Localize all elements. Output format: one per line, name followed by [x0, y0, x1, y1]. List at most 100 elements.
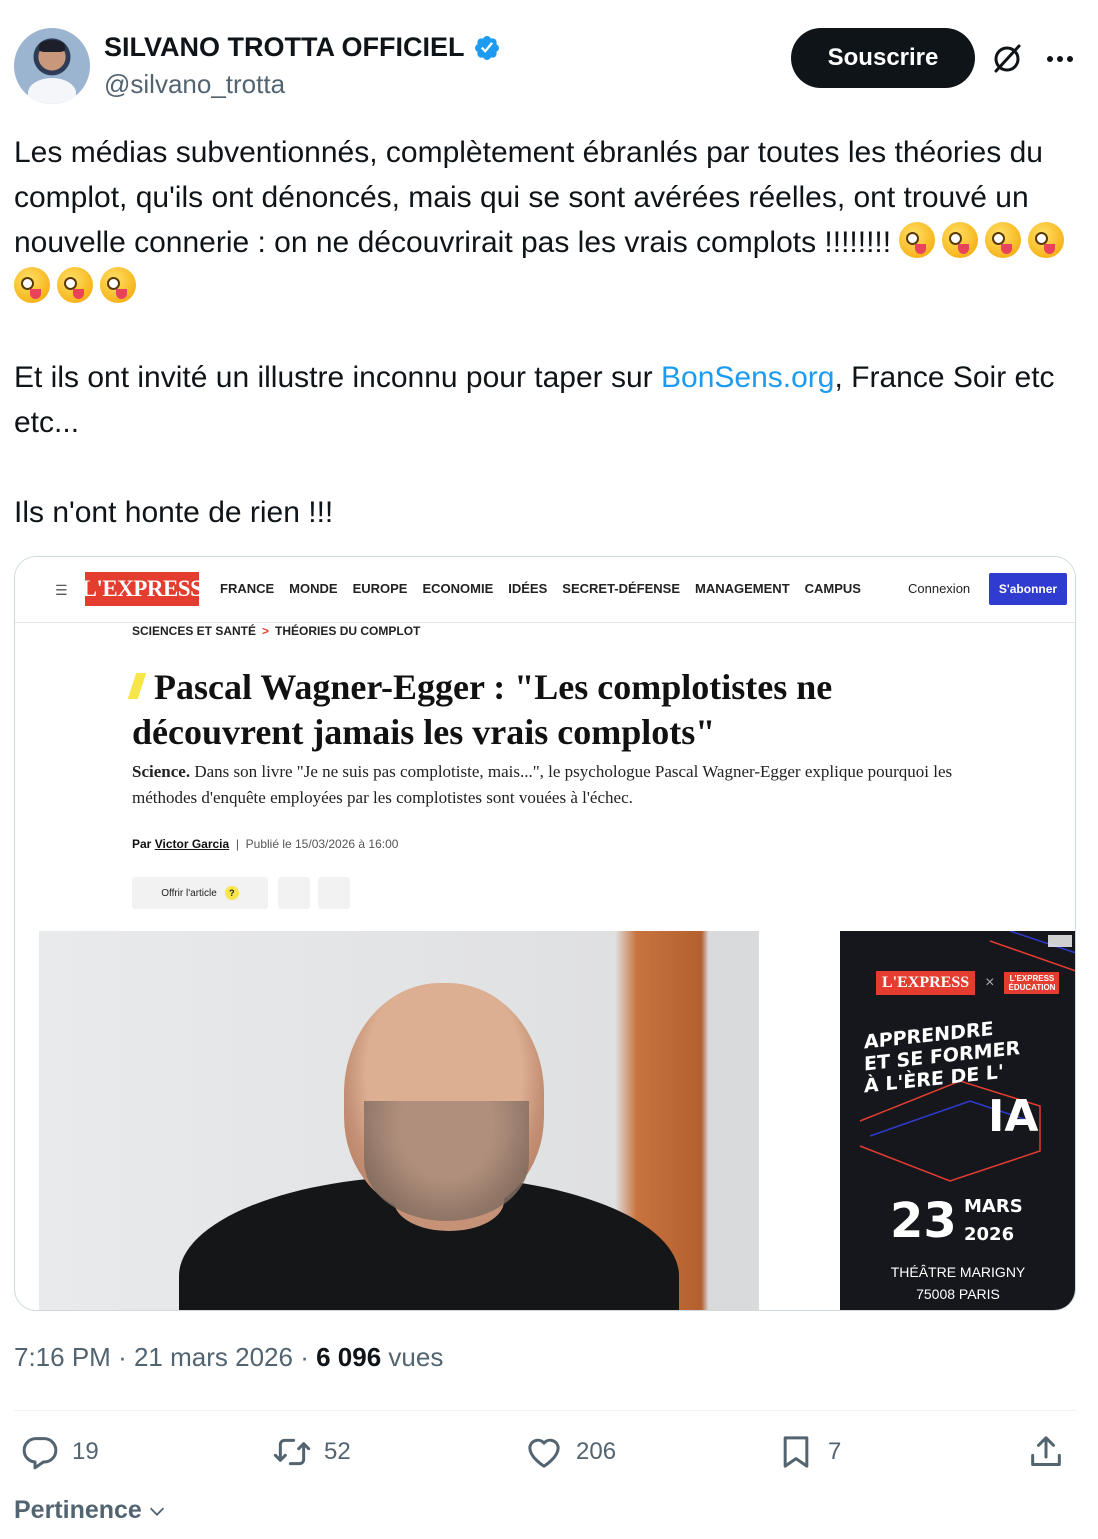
- breadcrumb: SCIENCES ET SANTÉ > THÉORIES DU COMPLOT: [132, 624, 420, 638]
- zany-face-emoji-icon: [1028, 222, 1065, 258]
- zany-face-emoji-icon: [14, 267, 50, 303]
- display-name[interactable]: SILVANO TROTTA OFFICIEL: [104, 32, 464, 63]
- media-image[interactable]: ☰ L'EXPRESS FRANCE MONDE EUROPE ECONOMIE…: [14, 556, 1076, 1311]
- repost-button[interactable]: 52: [272, 1432, 351, 1472]
- nav-link: MANAGEMENT: [695, 581, 790, 596]
- article-byline: Par Victor Garcia | Publié le 15/03/2026…: [132, 837, 399, 851]
- nav-link: SECRET-DÉFENSE: [562, 581, 681, 596]
- ad-logos: L'EXPRESS × L'EXPRESS ÉDUCATION: [876, 971, 1060, 995]
- avatar[interactable]: [14, 28, 90, 104]
- breadcrumb-item: THÉORIES DU COMPLOT: [275, 624, 421, 638]
- zany-face-emoji-icon: [100, 267, 136, 303]
- tweet-paragraph-3: Ils n'ont honte de rien !!!: [14, 496, 334, 529]
- ad-choices-icon: [1048, 935, 1072, 947]
- bonsens-link[interactable]: BonSens.org: [661, 361, 834, 394]
- tweet-paragraph-1-text: Les médias subventionnés, complètement é…: [14, 136, 1043, 259]
- ad-venue: THÉÂTRE MARIGNY 75008 PARIS: [840, 1261, 1075, 1305]
- byline-author: Victor Garcia: [154, 837, 230, 851]
- ad-venue-name: THÉÂTRE MARIGNY: [890, 1264, 1026, 1280]
- tweet-meta: 7:16 PM · 21 mars 2026 · 6 096 vues: [14, 1342, 443, 1373]
- repost-count: 52: [324, 1438, 351, 1465]
- more-icon[interactable]: [1044, 42, 1076, 76]
- ad-month: MARS: [964, 1196, 1023, 1217]
- avatar-shirt: [28, 78, 76, 104]
- grok-icon[interactable]: [990, 42, 1024, 76]
- tweet-paragraph-2: Et ils ont invité un illustre inconnu po…: [14, 355, 1079, 445]
- like-button[interactable]: 206: [524, 1432, 616, 1472]
- ad-year: 2026: [964, 1224, 1015, 1245]
- article-title: Pascal Wagner-Egger : "Les complotistes …: [127, 665, 952, 755]
- save-square: [318, 877, 350, 909]
- lexpress-nav: ☰ L'EXPRESS FRANCE MONDE EUROPE ECONOMIE…: [15, 557, 1075, 623]
- lexpress-logo: L'EXPRESS: [82, 572, 203, 606]
- verified-badge-icon: [474, 35, 499, 60]
- share-square: [278, 877, 310, 909]
- tweet-date[interactable]: 21 mars 2026: [134, 1342, 293, 1372]
- article-title-text: Pascal Wagner-Egger : "Les complotistes …: [132, 667, 833, 752]
- chevron-down-icon: [149, 1507, 164, 1516]
- tweet-paragraph-2-text-before: Et ils ont invité un illustre inconnu po…: [14, 361, 662, 394]
- handle[interactable]: @silvano_trotta: [104, 69, 501, 100]
- reply-icon: [22, 1437, 58, 1470]
- offer-article-button: Offrir l'article?: [132, 877, 268, 909]
- ad-logo-separator: ×: [985, 974, 995, 991]
- zany-face-emoji-icon: [899, 222, 936, 258]
- ad-ia: IA: [988, 1091, 1039, 1142]
- standfirst-text: Dans son livre "Je ne suis pas complotis…: [132, 762, 953, 807]
- meta-separator: ·: [118, 1342, 127, 1372]
- tweet-text: Les médias subventionnés, complètement é…: [14, 130, 1079, 535]
- ad-day: 23: [890, 1193, 957, 1249]
- menu-search-icon: ☰: [55, 582, 68, 598]
- login-link: Connexion: [908, 581, 971, 596]
- ad-venue-city: 75008 PARIS: [916, 1286, 1000, 1302]
- bookmark-icon: [783, 1436, 809, 1468]
- ad-month-year: MARS 2026: [964, 1193, 1023, 1249]
- article-photo: [39, 931, 759, 1310]
- breadcrumb-item: SCIENCES ET SANTÉ: [132, 624, 257, 638]
- bookmark-button[interactable]: 7: [776, 1432, 841, 1472]
- offer-label: Offrir l'article: [161, 887, 217, 899]
- lexpress-subscribe: S'abonner: [989, 573, 1067, 605]
- like-icon: [528, 1438, 560, 1468]
- help-icon: ?: [224, 886, 239, 900]
- photo-beard: [364, 1101, 529, 1221]
- tweet-paragraph-1: Les médias subventionnés, complètement é…: [14, 130, 1079, 310]
- zany-face-emoji-icon: [942, 222, 979, 258]
- tweet-time[interactable]: 7:16 PM: [14, 1342, 111, 1372]
- breadcrumb-separator: >: [262, 624, 270, 638]
- standfirst-label: Science.: [132, 762, 191, 781]
- byline-date: Publié le 15/03/2026 à 16:00: [245, 837, 399, 851]
- reply-button[interactable]: 19: [20, 1432, 99, 1472]
- reply-count: 19: [72, 1438, 99, 1465]
- byline-label: Par: [132, 837, 152, 851]
- meta-separator: ·: [300, 1342, 309, 1372]
- author-block: SILVANO TROTTA OFFICIEL @silvano_trotta: [104, 32, 501, 100]
- action-bar: 19 52 206 7: [14, 1432, 1076, 1482]
- zany-face-emoji-icon: [57, 267, 93, 303]
- article-standfirst: Science. Dans son livre "Je ne suis pas …: [132, 759, 992, 811]
- nav-link: IDÉES: [508, 581, 548, 596]
- share-button[interactable]: [1026, 1432, 1066, 1472]
- avatar-hair: [39, 40, 65, 52]
- sort-dropdown[interactable]: Pertinence: [14, 1496, 168, 1525]
- nav-link: ECONOMIE: [422, 581, 494, 596]
- ad-logo-lexpress: L'EXPRESS: [876, 971, 976, 995]
- like-count: 206: [576, 1438, 617, 1465]
- views-count: 6 096: [316, 1342, 382, 1372]
- divider: [14, 1410, 1076, 1411]
- ad-logo-education: L'EXPRESS ÉDUCATION: [1004, 972, 1060, 994]
- views-label: vues: [388, 1342, 444, 1372]
- subscribe-button[interactable]: Souscrire: [791, 28, 975, 88]
- nav-link: MONDE: [289, 581, 338, 596]
- nav-link: EUROPE: [352, 581, 408, 596]
- ad-logo-education-line-1: L'EXPRESS: [1009, 974, 1055, 983]
- zany-face-emoji-icon: [985, 222, 1022, 258]
- event-advertisement: L'EXPRESS × L'EXPRESS ÉDUCATION APPRENDRE…: [840, 931, 1075, 1310]
- bookmark-count: 7: [828, 1438, 842, 1465]
- ad-logo-education-line-2: ÉDUCATION: [1008, 983, 1056, 992]
- nav-link: FRANCE: [220, 581, 275, 596]
- tweet-header: SILVANO TROTTA OFFICIEL @silvano_trotta …: [14, 28, 1084, 108]
- repost-icon: [273, 1438, 311, 1466]
